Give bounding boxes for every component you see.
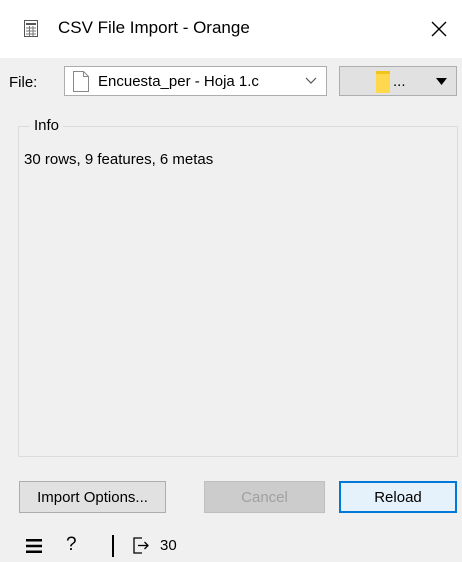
info-group	[18, 126, 458, 457]
window-title: CSV File Import - Orange	[58, 18, 250, 37]
close-icon	[431, 21, 447, 37]
status-bar: ? 30	[0, 530, 462, 562]
cancel-button[interactable]: Cancel	[204, 481, 325, 513]
chevron-down-icon	[305, 77, 317, 84]
output-count: 30	[160, 537, 177, 554]
hamburger-menu-icon[interactable]	[26, 539, 42, 553]
dropdown-arrow-icon[interactable]	[436, 78, 447, 85]
status-separator	[112, 535, 114, 557]
import-options-button[interactable]: Import Options...	[19, 481, 166, 513]
browse-label: ...	[393, 73, 406, 90]
info-summary: 30 rows, 9 features, 6 metas	[24, 151, 214, 168]
output-icon	[133, 537, 149, 554]
file-label: File:	[9, 74, 38, 91]
file-row: File: Encuesta_per - Hoja 1.c ...	[0, 64, 462, 100]
folder-icon	[376, 71, 390, 93]
document-icon	[73, 71, 89, 92]
recent-files-combo[interactable]: Encuesta_per - Hoja 1.c	[64, 66, 327, 96]
reload-button[interactable]: Reload	[339, 481, 457, 513]
spreadsheet-icon	[24, 20, 38, 37]
close-button[interactable]	[416, 0, 462, 58]
help-icon[interactable]: ?	[66, 533, 77, 557]
info-legend: Info	[30, 116, 64, 136]
selected-file-text: Encuesta_per - Hoja 1.c	[98, 73, 259, 90]
browse-button[interactable]: ...	[339, 66, 457, 96]
title-bar: CSV File Import - Orange	[0, 0, 462, 58]
